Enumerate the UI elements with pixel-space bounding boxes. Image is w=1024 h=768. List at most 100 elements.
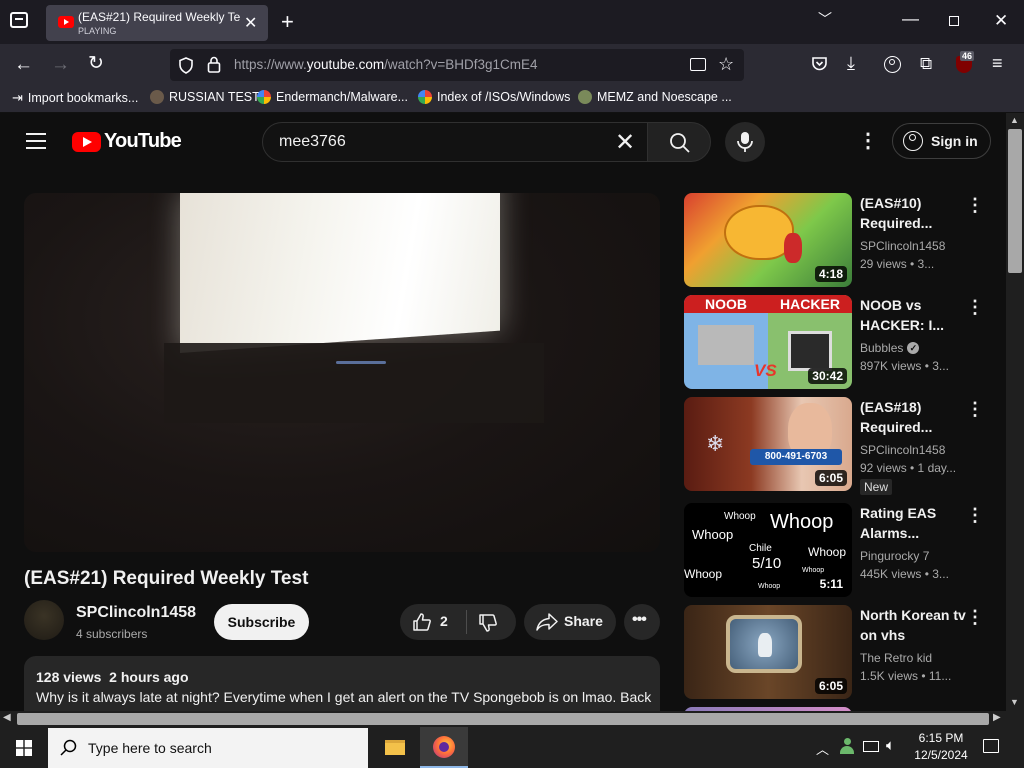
scroll-up-arrow-icon[interactable]: ▲: [1010, 115, 1019, 125]
video-title[interactable]: (EAS#18) Required...: [860, 397, 966, 437]
like-button[interactable]: 2: [400, 604, 466, 640]
action-menu-icon[interactable]: ⋮: [966, 505, 984, 526]
window-minimize-icon[interactable]: —: [902, 10, 919, 27]
url-bar[interactable]: https://www.youtube.com/watch?v=BHDf3g1C…: [170, 49, 744, 81]
channel-name[interactable]: Bubbles ✓: [860, 341, 920, 355]
network-icon[interactable]: [863, 741, 879, 752]
picture-in-picture-icon[interactable]: [690, 58, 706, 71]
bookmark-russian-test[interactable]: RUSSIAN TEST: [150, 90, 260, 104]
video-title[interactable]: NOOB vs HACKER: I...: [860, 295, 966, 335]
action-menu-icon[interactable]: ⋮: [966, 607, 984, 628]
file-explorer-button[interactable]: [372, 727, 418, 768]
extensions-puzzle-icon[interactable]: ⧉: [920, 55, 932, 72]
window-restore-icon[interactable]: [949, 16, 959, 26]
clock[interactable]: 6:15 PM 12/5/2024: [910, 730, 972, 764]
firefox-taskbar-button[interactable]: [420, 727, 468, 768]
pocket-icon[interactable]: [811, 56, 828, 72]
url-path: /watch?v=BHDf3g1CmE4: [384, 57, 538, 72]
video-title[interactable]: North Korean tv on vhs: [860, 605, 966, 645]
channel-name[interactable]: The Retro kid: [860, 651, 932, 665]
hamburger-menu-icon[interactable]: ≡: [992, 54, 1003, 72]
bookmark-endermanch[interactable]: Endermanch/Malware...: [257, 90, 408, 104]
scroll-down-arrow-icon[interactable]: ▼: [1010, 697, 1019, 707]
reload-icon[interactable]: ↻: [88, 54, 104, 73]
search-button[interactable]: [647, 122, 711, 162]
bookmark-star-icon[interactable]: ☆: [718, 55, 734, 73]
action-menu-icon[interactable]: ⋮: [966, 195, 984, 216]
more-options-icon[interactable]: ⋮: [858, 128, 878, 153]
show-hidden-icons-chevron-up-icon[interactable]: ︿: [816, 739, 829, 758]
youtube-page: YouTube mee3766 ✕ ⋮ Sign in (EAS#21) Req…: [0, 113, 1006, 711]
video-duration: 6:05: [814, 678, 847, 694]
window-close-icon[interactable]: ✕: [994, 12, 1008, 29]
tab-active[interactable]: (EAS#21) Required Weekly Test PLAYING ✕: [46, 5, 268, 41]
account-icon[interactable]: [884, 56, 901, 73]
channel-avatar[interactable]: [24, 600, 64, 640]
list-tabs-chevron-down-icon[interactable]: ﹀: [818, 12, 832, 26]
clear-search-icon[interactable]: ✕: [615, 128, 635, 157]
video-title[interactable]: Rating EAS Alarms...: [860, 503, 966, 543]
sign-in-button[interactable]: Sign in: [892, 123, 991, 159]
guide-menu-icon[interactable]: [26, 133, 46, 149]
description-box[interactable]: 128 views 2 hours ago Why is it always l…: [24, 656, 660, 711]
recommendation-item[interactable]: Whoop Whoop Whoop Chile 5/10 Whoop Whoop…: [684, 503, 984, 599]
bookmark-isos[interactable]: Index of /ISOs/Windows: [418, 90, 570, 104]
video-thumbnail[interactable]: 4:18: [684, 193, 852, 287]
recommendation-item[interactable]: ❄ 800-491-6703 6:05 (EAS#18) Required...…: [684, 397, 984, 497]
vertical-scrollbar[interactable]: ▲ ▼: [1006, 113, 1024, 711]
lock-icon[interactable]: [207, 56, 221, 73]
video-thumbnail[interactable]: NOOB HACKER VS 30:42: [684, 295, 852, 389]
video-thumbnail[interactable]: ❄ 800-491-6703 6:05: [684, 397, 852, 491]
video-title: (EAS#21) Required Weekly Test: [24, 568, 309, 589]
channel-name[interactable]: SPClincoln1458: [76, 604, 196, 622]
video-thumbnail[interactable]: Whoop Whoop Whoop Chile 5/10 Whoop Whoop…: [684, 503, 852, 597]
tracking-protection-shield-icon[interactable]: [178, 57, 194, 74]
tab-overview-icon[interactable]: [10, 12, 28, 28]
downloads-icon[interactable]: ⤓: [847, 54, 855, 72]
thumbnail-word: Whoop: [808, 545, 847, 559]
share-button[interactable]: Share: [524, 604, 616, 640]
action-menu-icon[interactable]: ⋮: [966, 297, 984, 318]
back-arrow-icon[interactable]: ←: [14, 55, 33, 74]
bookmark-memz[interactable]: MEMZ and Noescape ...: [578, 90, 732, 104]
action-center-icon[interactable]: [983, 739, 999, 753]
channel-name[interactable]: SPClincoln1458: [860, 239, 945, 253]
channel-name[interactable]: Pingurocky 7: [860, 549, 929, 563]
horizontal-scrollbar[interactable]: ◀ ▶: [0, 711, 1024, 727]
start-button[interactable]: [0, 727, 48, 768]
volume-icon[interactable]: 🔈︎: [886, 737, 895, 754]
tab-close-icon[interactable]: ✕: [244, 13, 257, 33]
scroll-right-arrow-icon[interactable]: ▶: [993, 712, 1001, 723]
taskbar-search-box[interactable]: Type here to search: [48, 728, 368, 768]
thumbnail-word: Chile: [749, 543, 772, 554]
video-player[interactable]: [24, 193, 660, 552]
sign-in-label: Sign in: [931, 133, 978, 149]
youtube-logo[interactable]: YouTube: [72, 130, 182, 153]
video-thumbnail[interactable]: 6:05: [684, 605, 852, 699]
subscribe-button[interactable]: Subscribe: [214, 604, 309, 640]
video-meta: 445K views • 3...: [860, 567, 949, 581]
google-favicon-icon: [418, 90, 432, 104]
bookmark-import[interactable]: ⇥ Import bookmarks...: [12, 90, 138, 106]
dislike-button[interactable]: [467, 604, 516, 640]
scrollbar-thumb[interactable]: [17, 713, 989, 725]
scroll-left-arrow-icon[interactable]: ◀: [3, 712, 11, 723]
thumbnail-block-house: [698, 325, 754, 365]
url-text[interactable]: https://www.youtube.com/watch?v=BHDf3g1C…: [234, 57, 538, 72]
search-box[interactable]: mee3766 ✕: [262, 122, 648, 162]
action-menu-icon[interactable]: ⋮: [966, 399, 984, 420]
more-actions-button[interactable]: •••: [624, 604, 660, 640]
search-input[interactable]: mee3766: [279, 133, 346, 151]
recommendation-item[interactable]: 4:18 (EAS#10) Required... SPClincoln1458…: [684, 193, 984, 289]
channel-name[interactable]: SPClincoln1458: [860, 443, 945, 457]
scrollbar-thumb[interactable]: [1008, 129, 1022, 273]
new-tab-icon[interactable]: +: [281, 11, 294, 33]
forward-arrow-icon[interactable]: →: [51, 55, 70, 74]
voice-search-button[interactable]: [725, 122, 765, 162]
recommendation-item[interactable]: NOOB HACKER VS 30:42 NOOB vs HACKER: I..…: [684, 295, 984, 391]
youtube-favicon-icon: [58, 16, 74, 28]
people-icon[interactable]: [840, 738, 854, 754]
recommendation-item[interactable]: 6:05 North Korean tv on vhs The Retro ki…: [684, 605, 984, 701]
video-title[interactable]: (EAS#10) Required...: [860, 193, 966, 233]
search-icon: [670, 133, 690, 153]
